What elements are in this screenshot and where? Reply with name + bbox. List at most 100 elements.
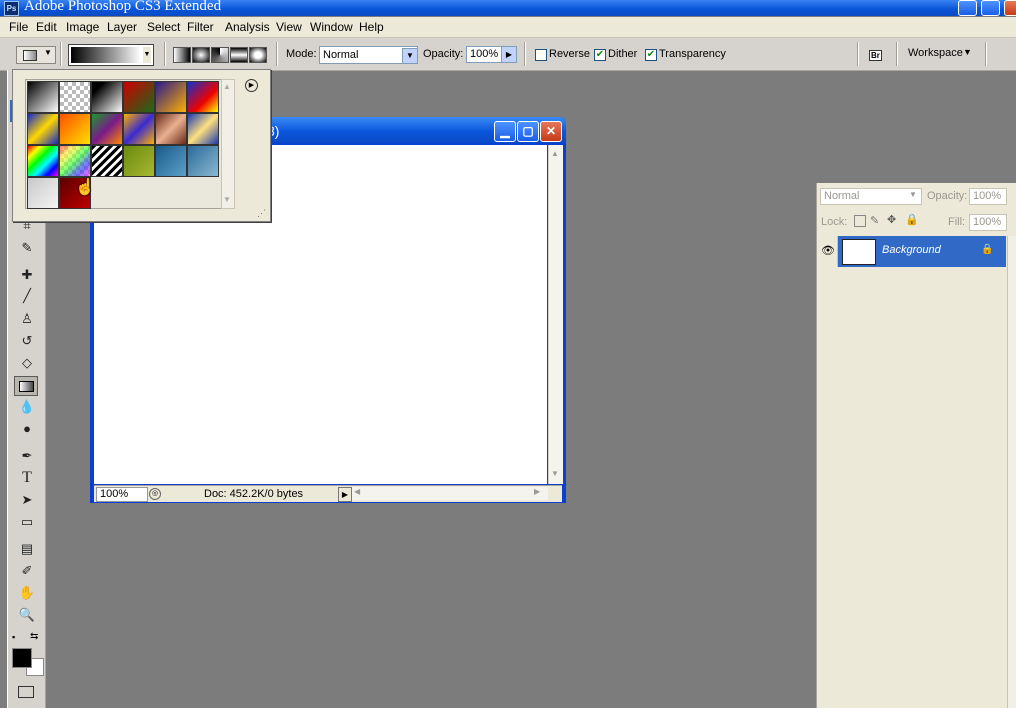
pen-icon[interactable]: ✒ [16, 447, 38, 465]
divider [60, 42, 61, 66]
scroll-left-icon[interactable]: ◀ [354, 487, 360, 496]
scroll-right-icon[interactable]: ▶ [534, 487, 540, 496]
maximize-button[interactable] [981, 0, 1000, 16]
gradient-swatch[interactable] [187, 145, 219, 177]
blend-mode-select[interactable]: Normal ▼ [820, 188, 922, 205]
gradient-swatch[interactable] [59, 145, 91, 177]
status-menu-arrow-icon[interactable]: ▶ [338, 487, 352, 502]
radial-gradient-icon[interactable] [192, 47, 210, 63]
menu-select[interactable]: Select [147, 20, 180, 34]
menu-analysis[interactable]: Analysis [225, 20, 270, 34]
menu-layer[interactable]: Layer [107, 20, 137, 34]
gradient-swatch[interactable] [27, 81, 59, 113]
clone-stamp-icon[interactable]: ♙ [16, 310, 38, 328]
vertical-scrollbar[interactable]: ▲ ▼ [548, 145, 563, 484]
menu-help[interactable]: Help [359, 20, 384, 34]
visibility-eye-icon[interactable]: 👁 [819, 236, 838, 267]
path-selection-icon[interactable]: ➤ [16, 491, 38, 509]
gradient-swatch[interactable] [91, 81, 123, 113]
scroll-up-icon[interactable]: ▲ [223, 82, 231, 91]
blur-icon[interactable]: 💧 [16, 398, 38, 416]
layers-scrollbar[interactable] [1007, 236, 1016, 708]
diamond-gradient-icon[interactable] [249, 47, 267, 63]
reverse-checkbox[interactable] [535, 49, 547, 61]
lock-position-icon[interactable]: ✥ [887, 213, 896, 226]
swap-colors-icon[interactable]: ⇆ [30, 631, 38, 642]
zoom-field[interactable]: 100% [96, 487, 148, 502]
gradient-tool-icon[interactable] [14, 376, 38, 396]
tool-preset-picker[interactable]: ▼ [16, 46, 56, 64]
dither-checkbox[interactable]: ✔ [594, 49, 606, 61]
mode-label: Mode: [286, 48, 317, 60]
default-colors-icon[interactable]: ▪ [12, 632, 15, 642]
foreground-color-swatch[interactable] [12, 648, 32, 668]
gradient-swatch[interactable] [27, 145, 59, 177]
transparency-checkbox[interactable]: ✔ [645, 49, 657, 61]
gradient-picker-panel: ▲ ▼ ▶ ⋰ ☝ [12, 69, 271, 222]
picker-scrollbar[interactable]: ▲ ▼ [221, 79, 235, 209]
lock-transparent-icon[interactable] [854, 215, 866, 227]
gradient-swatch[interactable] [59, 113, 91, 145]
healing-brush-icon[interactable]: ✚ [16, 266, 38, 284]
status-icon[interactable]: ◎ [149, 488, 161, 500]
lock-all-icon[interactable]: 🔒 [905, 213, 919, 226]
menu-view[interactable]: View [276, 20, 302, 34]
gradient-swatch[interactable] [187, 113, 219, 145]
gradient-swatch[interactable] [155, 113, 187, 145]
lock-pixels-icon[interactable]: ✎ [870, 214, 879, 227]
eyedropper-icon[interactable]: ✐ [16, 562, 38, 580]
gradient-swatch[interactable] [123, 113, 155, 145]
eraser-icon[interactable]: ◇ [16, 354, 38, 372]
opacity-input[interactable]: 100% [466, 46, 502, 63]
gradient-swatch[interactable] [27, 113, 59, 145]
gradient-swatch[interactable] [59, 81, 91, 113]
gradient-swatch[interactable] [155, 145, 187, 177]
workspace-button[interactable]: Workspace [908, 47, 963, 59]
fill-input[interactable]: 100% [969, 214, 1007, 231]
menu-window[interactable]: Window [310, 20, 353, 34]
angle-gradient-icon[interactable] [211, 47, 229, 63]
gradient-swatch[interactable] [27, 177, 59, 209]
menu-filter[interactable]: Filter [187, 20, 214, 34]
picker-menu-icon[interactable]: ▶ [245, 79, 258, 92]
notes-icon[interactable]: ▤ [16, 540, 38, 558]
lock-label: Lock: [821, 216, 848, 228]
layer-row-background[interactable]: Background 🔒 [838, 236, 1006, 267]
gradient-swatch[interactable] [123, 81, 155, 113]
mode-select[interactable]: Normal ▼ [319, 46, 418, 64]
menu-image[interactable]: Image [66, 20, 99, 34]
menu-edit[interactable]: Edit [36, 20, 57, 34]
dodge-icon[interactable]: ● [16, 420, 38, 438]
type-icon[interactable]: T [16, 469, 38, 487]
scroll-down-icon[interactable]: ▼ [551, 469, 559, 478]
gradient-swatch[interactable] [123, 145, 155, 177]
gradient-swatch[interactable] [91, 113, 123, 145]
zoom-icon[interactable]: 🔍 [16, 606, 38, 624]
gradient-swatch[interactable] [187, 81, 219, 113]
linear-gradient-icon[interactable] [173, 47, 191, 63]
brush-icon[interactable]: ╱ [16, 287, 38, 305]
doc-minimize-button[interactable]: ▁ [494, 121, 516, 142]
minimize-button[interactable] [958, 0, 977, 16]
bridge-button[interactable]: Br [867, 46, 889, 62]
hand-icon[interactable]: ✋ [16, 584, 38, 602]
rectangle-shape-icon[interactable]: ▭ [16, 513, 38, 531]
history-brush-icon[interactable]: ↺ [16, 332, 38, 350]
menu-file[interactable]: File [9, 20, 28, 34]
scroll-down-icon[interactable]: ▼ [223, 195, 231, 204]
slice-icon[interactable]: ✎ [16, 239, 38, 257]
scroll-up-icon[interactable]: ▲ [551, 149, 559, 158]
gradient-type-group [173, 47, 269, 63]
gradient-swatch[interactable] [91, 145, 123, 177]
gradient-swatch[interactable] [155, 81, 187, 113]
quick-mask-icon[interactable] [18, 686, 34, 698]
reflected-gradient-icon[interactable] [230, 47, 248, 63]
resize-grip-icon[interactable]: ⋰ [257, 208, 266, 219]
chevron-right-icon[interactable]: ▶ [501, 46, 517, 63]
gradient-picker-dropdown[interactable]: ▼ [68, 44, 154, 66]
doc-close-button[interactable]: ✕ [540, 121, 562, 142]
close-button[interactable] [1004, 0, 1016, 16]
layer-opacity-input[interactable]: 100% [969, 188, 1007, 205]
horizontal-scrollbar[interactable]: ◀ ▶ [352, 487, 548, 500]
doc-maximize-button[interactable]: ▢ [517, 121, 539, 142]
